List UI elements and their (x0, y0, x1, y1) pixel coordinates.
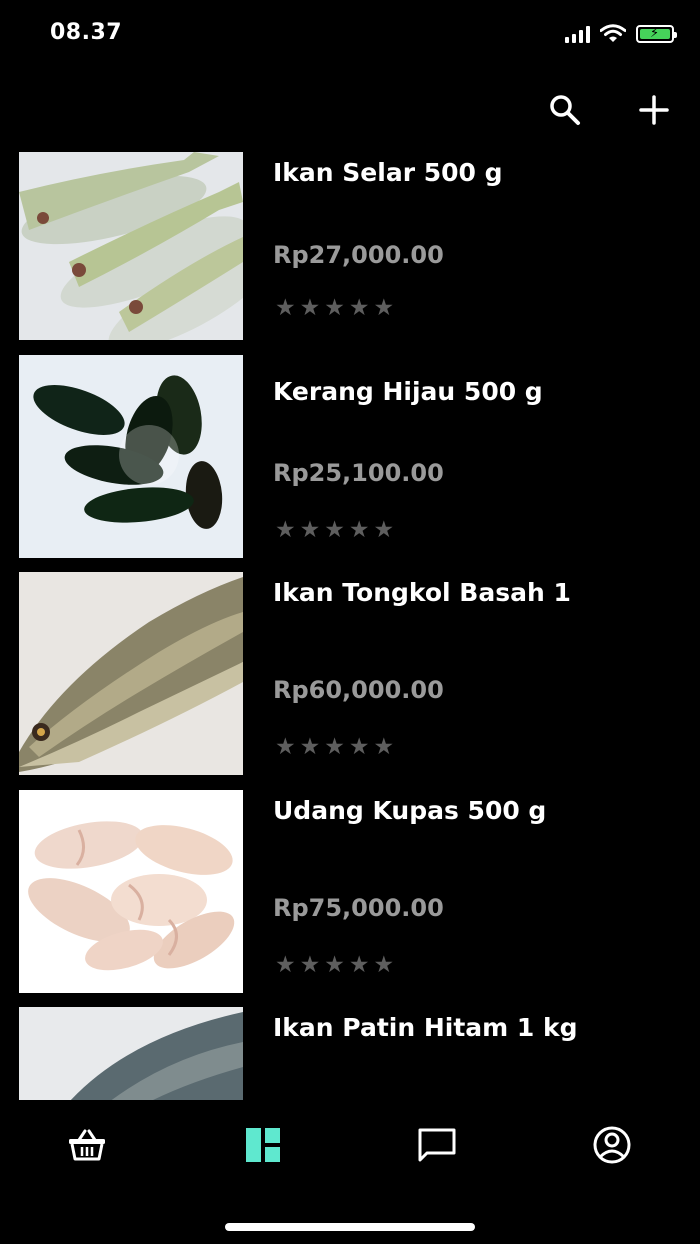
tab-shop[interactable] (62, 1120, 112, 1170)
dashboard-icon (246, 1128, 280, 1162)
product-rating: ★ ★ ★ ★ ★ (275, 519, 394, 542)
tab-chat[interactable] (412, 1120, 462, 1170)
product-price: Rp75,000.00 (273, 894, 444, 922)
product-rating: ★ ★ ★ ★ ★ (275, 736, 394, 759)
star-icon: ★ (373, 517, 395, 543)
product-image-mussel (19, 355, 243, 558)
product-price: Rp60,000.00 (273, 676, 444, 704)
star-icon: ★ (275, 295, 296, 321)
product-name: Udang Kupas 500 g (273, 796, 547, 825)
product-name: Ikan Patin Hitam 1 kg (273, 1013, 578, 1042)
star-icon: ★ (324, 295, 345, 321)
star-icon: ★ (324, 517, 345, 543)
star-icon: ★ (348, 734, 370, 760)
home-indicator[interactable] (225, 1223, 475, 1231)
star-icon: ★ (373, 734, 395, 760)
product-list[interactable]: Ikan Selar 500 g Rp27,000.00 ★ ★ ★ ★ ★ Keran… (0, 152, 700, 1100)
product-item[interactable]: Kerang Hijau 500 g Rp25,100.00 ★ ★ ★ ★ ★ (0, 355, 700, 560)
product-item[interactable]: Ikan Tongkol Basah 1 Rp60,000.00 ★ ★ ★ ★ ★ (0, 572, 700, 777)
star-icon: ★ (348, 517, 370, 543)
product-price: Rp25,100.00 (273, 459, 444, 487)
product-image-shrimp (19, 790, 243, 993)
product-item[interactable]: Udang Kupas 500 g Rp75,000.00 ★ ★ ★ ★ ★ (0, 790, 700, 995)
star-icon: ★ (348, 952, 370, 978)
product-name: Ikan Selar 500 g (273, 158, 503, 187)
star-icon: ★ (373, 295, 395, 321)
wifi-icon (600, 24, 626, 42)
product-item[interactable]: Ikan Selar 500 g Rp27,000.00 ★ ★ ★ ★ ★ (0, 152, 700, 357)
search-button[interactable] (545, 90, 585, 130)
status-icons: ⚡ (565, 24, 677, 43)
basket-icon (69, 1129, 105, 1161)
search-icon (550, 95, 580, 125)
product-image-mackerel (19, 152, 243, 340)
star-icon: ★ (373, 952, 395, 978)
tab-products[interactable] (238, 1120, 288, 1170)
chat-icon (418, 1128, 456, 1162)
product-rating: ★ ★ ★ ★ ★ (275, 297, 394, 320)
product-rating: ★ ★ ★ ★ ★ (275, 954, 394, 977)
star-icon: ★ (275, 517, 296, 543)
status-time: 08.37 (50, 20, 123, 45)
status-bar: 08.37 ⚡ (0, 0, 700, 70)
bottom-tab-bar (0, 1108, 700, 1178)
battery-icon: ⚡ (636, 24, 677, 43)
star-icon: ★ (275, 952, 296, 978)
star-icon: ★ (299, 295, 321, 321)
star-icon: ★ (299, 517, 321, 543)
star-icon: ★ (275, 734, 296, 760)
product-name: Kerang Hijau 500 g (273, 377, 543, 406)
product-image-catfish (19, 1007, 243, 1100)
product-item[interactable]: Ikan Patin Hitam 1 kg (0, 1007, 700, 1100)
plus-icon (639, 95, 669, 125)
product-name: Ikan Tongkol Basah 1 (273, 578, 571, 607)
add-button[interactable] (634, 90, 674, 130)
star-icon: ★ (348, 295, 370, 321)
tab-account[interactable] (587, 1120, 637, 1170)
star-icon: ★ (324, 734, 345, 760)
star-icon: ★ (299, 952, 321, 978)
top-bar (0, 80, 700, 140)
product-price: Rp27,000.00 (273, 241, 444, 269)
product-image-tuna (19, 572, 243, 775)
star-icon: ★ (324, 952, 345, 978)
account-icon (593, 1126, 631, 1164)
cellular-signal-icon (565, 25, 590, 43)
star-icon: ★ (299, 734, 321, 760)
